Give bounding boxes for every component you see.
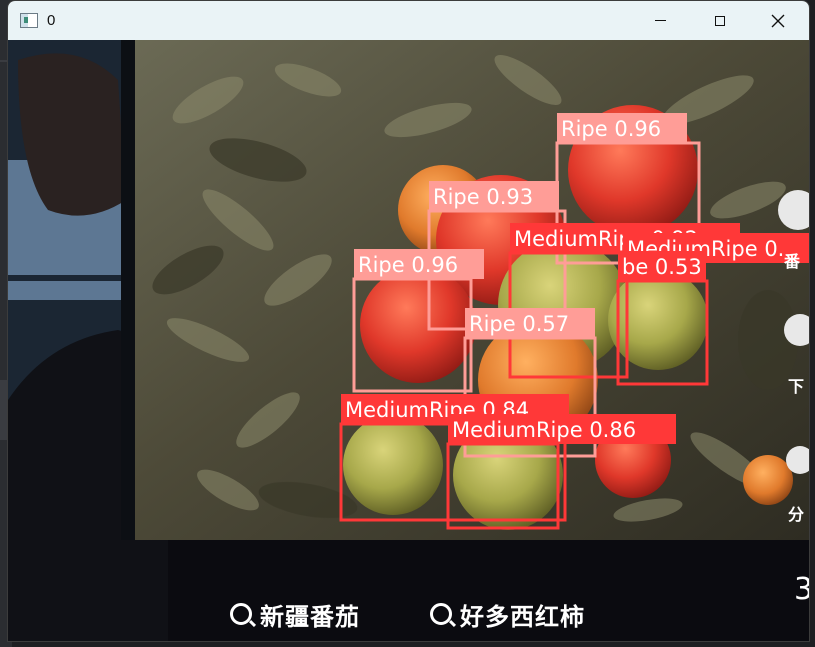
minimize-button[interactable] [637, 1, 683, 40]
scene: Ripe 0.96Ripe 0.93MediumRipe 0.92MediumR… [8, 40, 809, 641]
search-icon [430, 603, 452, 625]
caption-xinjiang-tomato: 新疆番茄 [230, 594, 360, 634]
app-image-icon [20, 13, 38, 28]
search-icon [230, 603, 252, 625]
window-bar [8, 275, 128, 281]
side-text-2: 下 [788, 377, 805, 396]
side-more-icon: 3 [794, 572, 809, 607]
detection-label: MediumRipe 0.86 [452, 418, 636, 442]
detection-label: Ripe 0.96 [561, 117, 661, 141]
caption-many-tomatoes: 好多西红柿 [430, 594, 585, 634]
close-button[interactable] [755, 1, 801, 40]
caption-left-text: 新疆番茄 [260, 602, 360, 631]
side-text-1: 番 [784, 252, 801, 271]
detection-label: Ripe 0.93 [433, 185, 533, 209]
title-bar[interactable]: 0 [8, 1, 809, 40]
detection-label: Ripe 0.96 [358, 253, 458, 277]
phone-bezel [121, 40, 135, 540]
maximize-icon [715, 15, 725, 26]
app-window: 0 Ripe 0.96 Ripe 0.93 MediumRipe 0.92 Me… [7, 0, 810, 642]
camera-frame: Ripe 0.96 Ripe 0.93 MediumRipe 0.92 MediumR… [8, 40, 809, 641]
minimize-icon [654, 20, 666, 21]
close-icon [771, 14, 785, 27]
caption-right-text: 好多西红柿 [460, 602, 585, 631]
detection-label: Ripe 0.57 [469, 312, 569, 336]
side-text-3: 分 [788, 505, 805, 524]
maximize-button[interactable] [697, 1, 743, 40]
window-title: 0 [47, 12, 56, 29]
detection-label: be 0.53 [622, 255, 702, 279]
